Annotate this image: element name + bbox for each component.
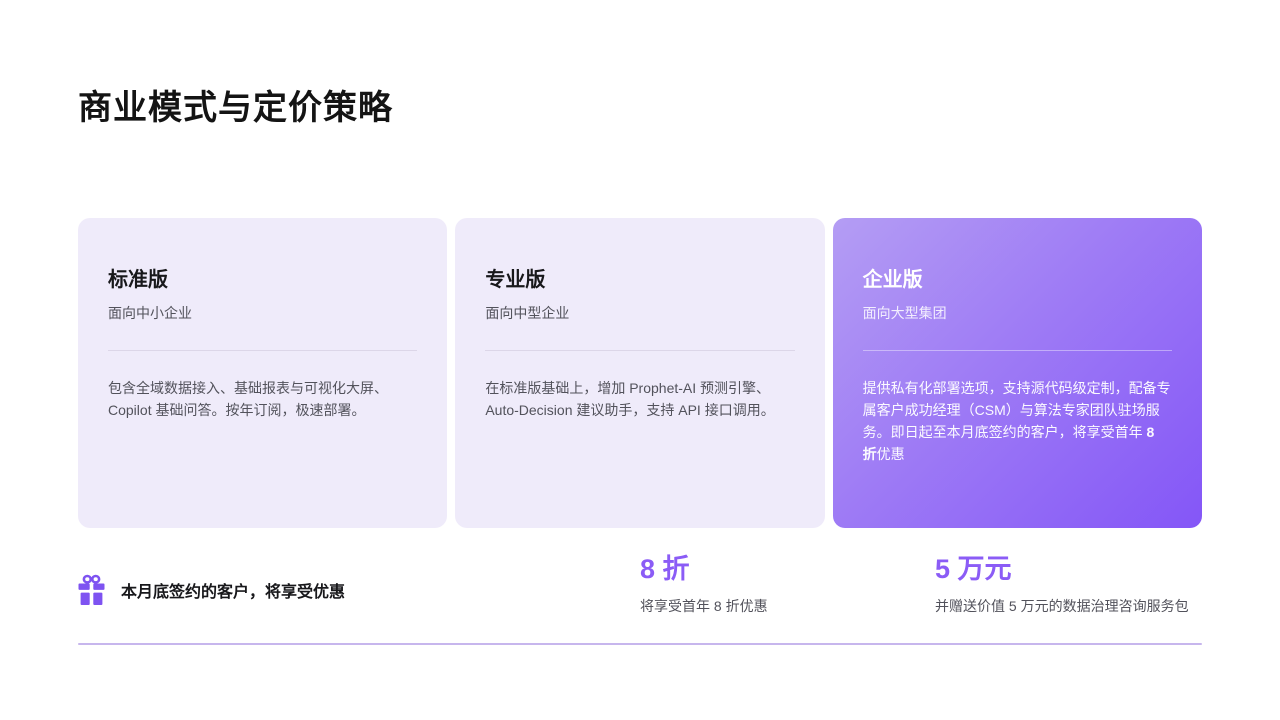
plan-audience: 面向中小企业 xyxy=(108,302,417,324)
gift-icon xyxy=(78,574,105,606)
plan-card-enterprise: 企业版 面向大型集团 提供私有化部署选项，支持源代码级定制，配备专属客户成功经理… xyxy=(833,218,1202,528)
plan-description: 包含全域数据接入、基础报表与可视化大屏、Copilot 基础问答。按年订阅，极速… xyxy=(108,377,417,421)
promo-banner: 本月底签约的客户，将享受优惠 xyxy=(78,574,345,606)
card-divider xyxy=(108,350,417,351)
stat-discount: 8 折 将享受首年 8 折优惠 xyxy=(640,552,768,616)
plan-card-professional: 专业版 面向中型企业 在标准版基础上，增加 Prophet-AI 预测引擎、Au… xyxy=(455,218,824,528)
card-divider xyxy=(485,350,794,351)
plan-name: 专业版 xyxy=(485,266,794,294)
plan-audience: 面向中型企业 xyxy=(485,302,794,324)
page-title: 商业模式与定价策略 xyxy=(78,80,393,129)
promo-text: 本月底签约的客户，将享受优惠 xyxy=(121,578,345,602)
pricing-slide: 商业模式与定价策略 标准版 面向中小企业 包含全域数据接入、基础报表与可视化大屏… xyxy=(0,0,1280,720)
stat-value: 8 折 xyxy=(640,552,768,586)
plan-audience: 面向大型集团 xyxy=(863,302,1172,324)
card-divider xyxy=(863,350,1172,351)
plan-card-standard: 标准版 面向中小企业 包含全域数据接入、基础报表与可视化大屏、Copilot 基… xyxy=(78,218,447,528)
plan-description-text: 提供私有化部署选项，支持源代码级定制，配备专属客户成功经理（CSM）与算法专家团… xyxy=(863,380,1171,440)
stat-value: 5 万元 xyxy=(935,552,1189,586)
stat-caption: 将享受首年 8 折优惠 xyxy=(640,596,768,616)
stat-caption: 并赠送价值 5 万元的数据治理咨询服务包 xyxy=(935,596,1189,616)
pricing-cards: 标准版 面向中小企业 包含全域数据接入、基础报表与可视化大屏、Copilot 基… xyxy=(78,218,1202,528)
plan-name: 标准版 xyxy=(108,266,417,294)
stat-gift-value: 5 万元 并赠送价值 5 万元的数据治理咨询服务包 xyxy=(935,552,1189,616)
bottom-divider xyxy=(78,643,1202,645)
plan-description-text: 优惠 xyxy=(877,446,905,462)
plan-description: 提供私有化部署选项，支持源代码级定制，配备专属客户成功经理（CSM）与算法专家团… xyxy=(863,377,1172,465)
plan-description: 在标准版基础上，增加 Prophet-AI 预测引擎、Auto-Decision… xyxy=(485,377,794,421)
plan-name: 企业版 xyxy=(863,266,1172,294)
